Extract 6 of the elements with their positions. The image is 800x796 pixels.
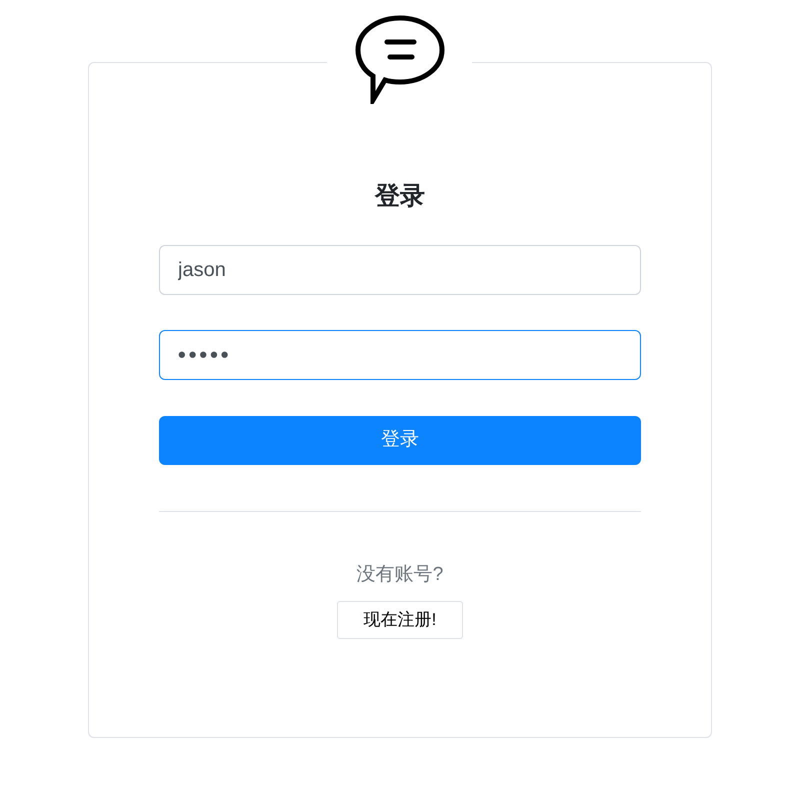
login-button[interactable]: 登录 xyxy=(159,416,641,465)
speech-bubble-icon xyxy=(354,14,444,104)
no-account-text: 没有账号? xyxy=(356,563,444,587)
register-button[interactable]: 现在注册! xyxy=(337,601,463,639)
form-title: 登录 xyxy=(375,181,425,212)
password-field[interactable]: ••••• xyxy=(159,330,641,380)
